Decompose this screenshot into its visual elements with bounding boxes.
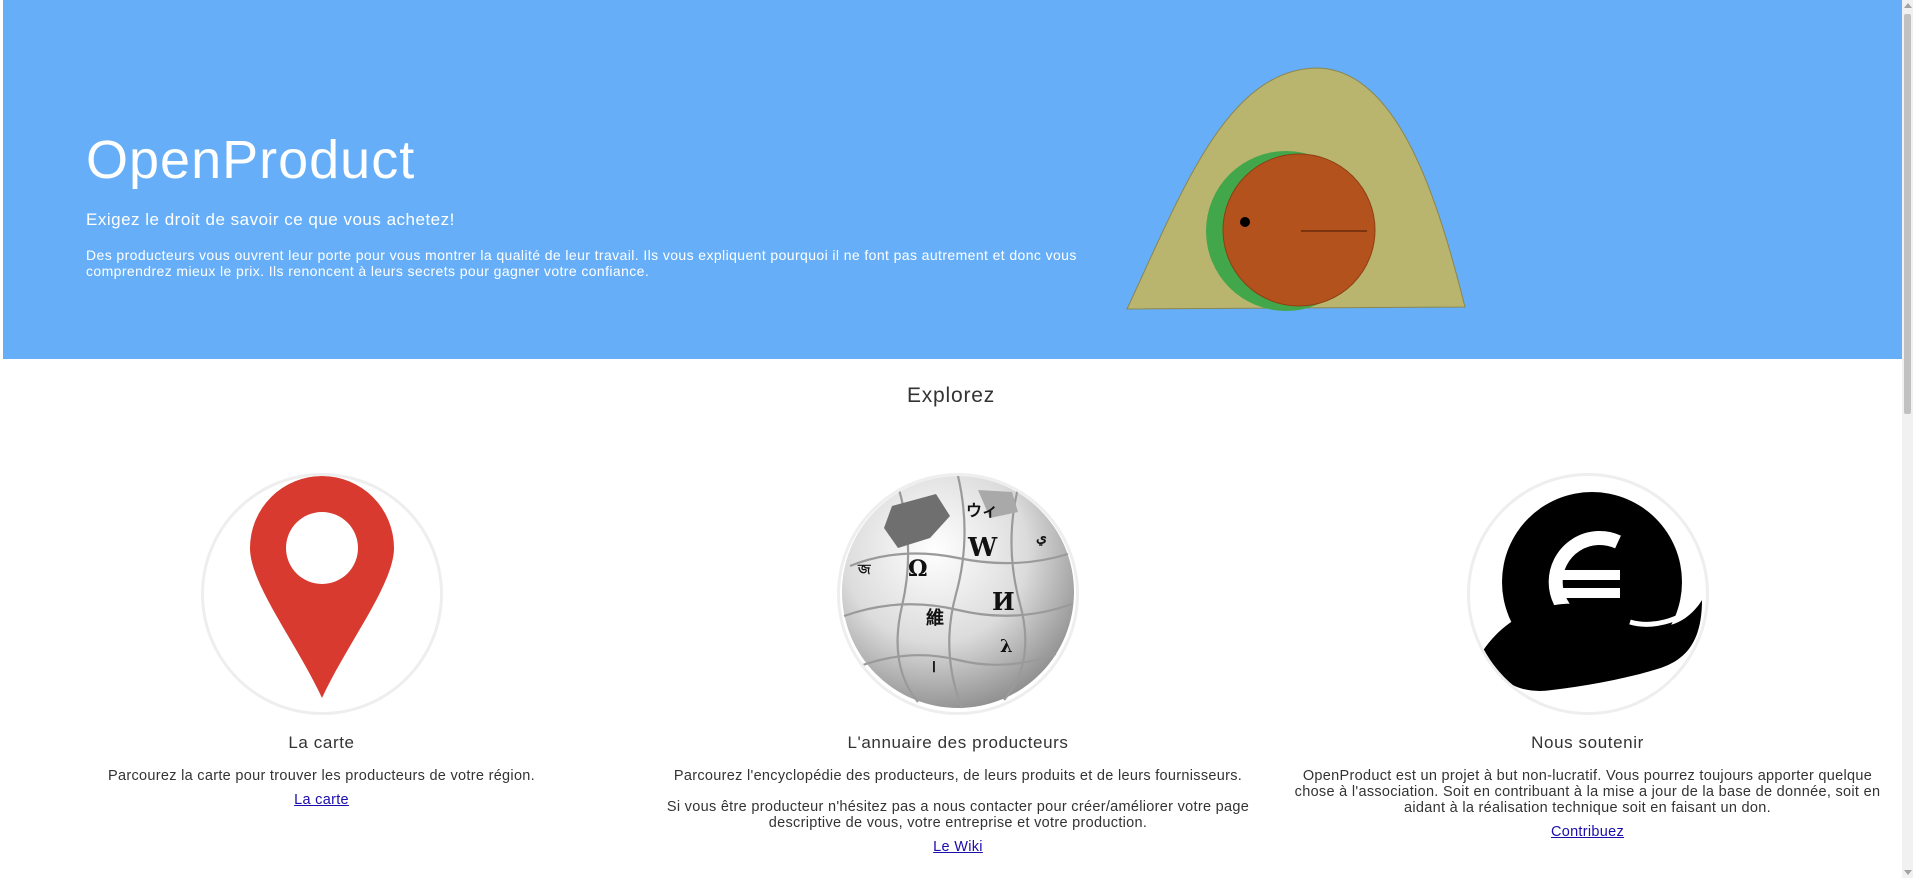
card-description: OpenProduct est un projet à but non-lucr… (1294, 768, 1881, 816)
hero-tagline: Exigez le droit de savoir ce que vous ac… (86, 210, 455, 229)
avocado-logo-icon (1126, 67, 1466, 311)
svg-text:জ: জ (857, 562, 871, 578)
map-pin-icon (249, 476, 394, 698)
scroll-down-arrow-icon[interactable] (1904, 870, 1912, 875)
hero-banner: OpenProduct Exigez le droit de savoir ce… (3, 0, 1902, 359)
svg-text:W: W (967, 533, 998, 563)
card-description: Parcourez l'encyclopédie des producteurs… (673, 768, 1243, 784)
card-description: Parcourez la carte pour trouver les prod… (107, 768, 536, 784)
svg-text:ウィ: ウィ (966, 501, 998, 520)
svg-text:ا: ا (932, 660, 936, 676)
scrollbar-thumb[interactable] (1904, 14, 1911, 414)
euro-hand-icon (1481, 492, 1702, 691)
svg-text:ي: ي (1036, 530, 1047, 546)
feature-card-support: Nous soutenir OpenProduct est un projet … (1273, 473, 1902, 841)
explore-heading: Explorez (906, 384, 996, 407)
wikipedia-globe-icon-circle[interactable]: W Ω И ウィ 維 জ ي λ ا (837, 473, 1079, 715)
feature-card-wiki: W Ω И ウィ 維 জ ي λ ا L'annuaire des produc… (643, 473, 1273, 856)
scroll-up-arrow-icon[interactable] (1904, 3, 1912, 8)
site-title: OpenProduct (86, 130, 416, 190)
wikipedia-globe-icon: W Ω И ウィ 維 জ ي λ ا (842, 476, 1074, 709)
map-pin-icon-circle[interactable] (200, 473, 443, 715)
svg-text:維: 維 (926, 607, 944, 629)
svg-text:Ω: Ω (908, 556, 928, 582)
card-title: Nous soutenir (1531, 733, 1644, 752)
contribute-link[interactable]: Contribuez (1551, 824, 1624, 840)
feature-card-map: La carte Parcourez la carte pour trouver… (0, 473, 643, 809)
card-title: L'annuaire des producteurs (847, 733, 1069, 752)
euro-hand-icon-circle[interactable] (1466, 473, 1709, 715)
svg-text:И: И (992, 587, 1015, 616)
card-title: La carte (288, 733, 355, 752)
card-description: Si vous être producteur n'hésitez pas a … (666, 799, 1250, 831)
svg-text:λ: λ (1000, 636, 1013, 657)
wiki-link[interactable]: Le Wiki (933, 839, 983, 855)
vertical-scrollbar[interactable] (1902, 0, 1913, 878)
map-link[interactable]: La carte (294, 792, 349, 808)
hero-description: Des producteurs vous ouvrent leur porte … (86, 247, 1077, 279)
